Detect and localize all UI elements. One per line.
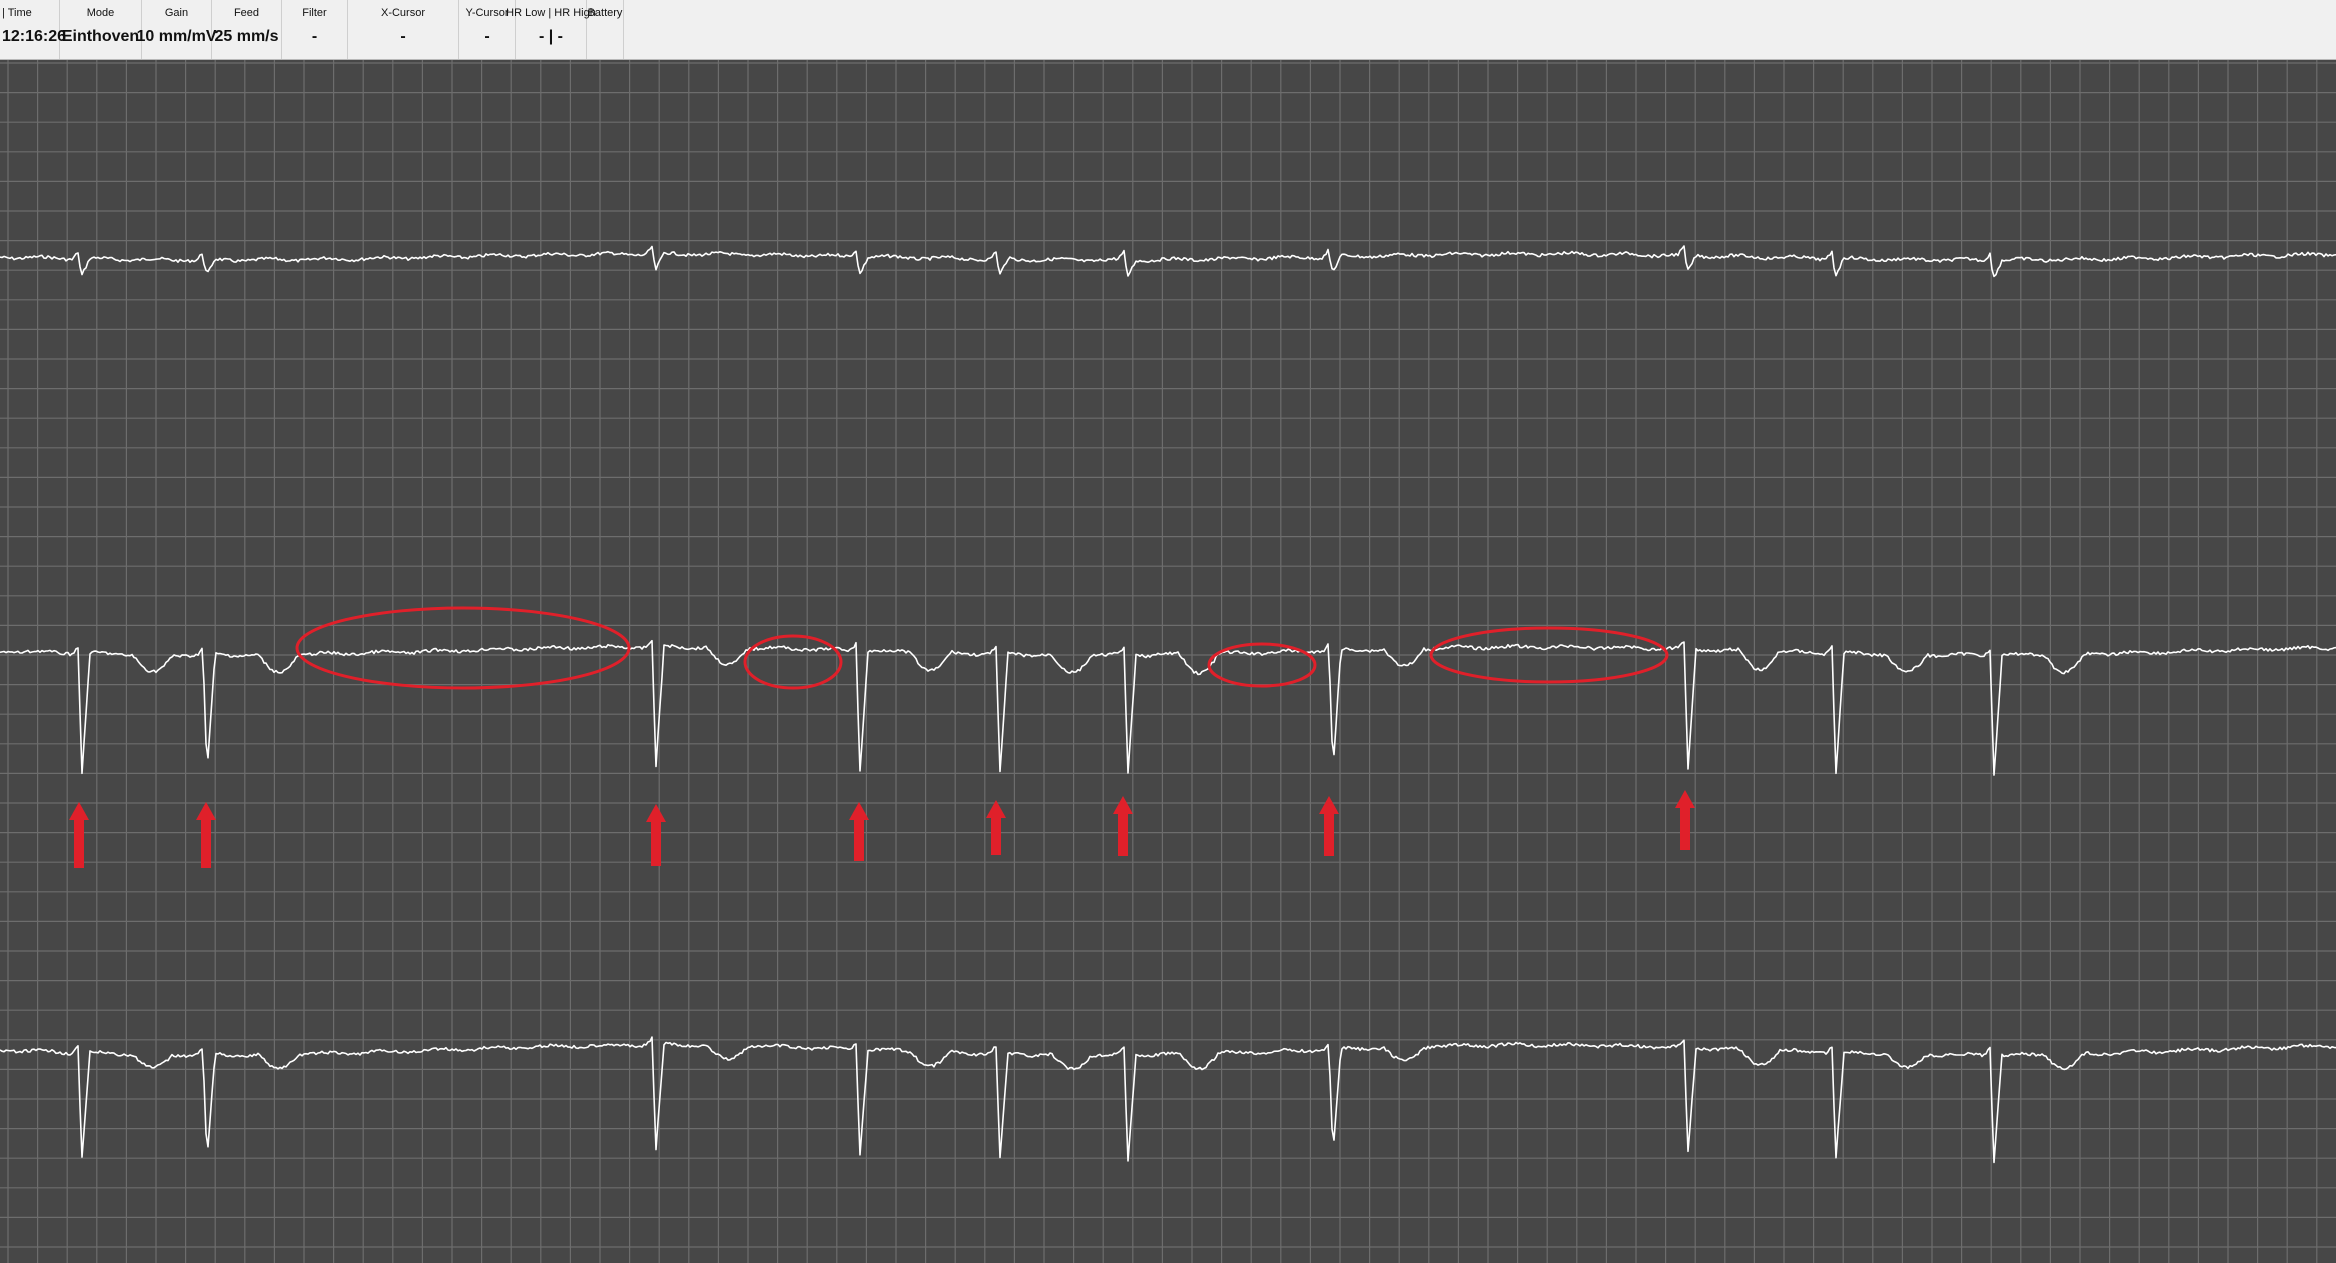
annotation-ellipse-2	[743, 634, 843, 690]
annotation-arrow-8	[1675, 790, 1695, 850]
battery-cell: Battery	[587, 0, 624, 59]
filter-value: -	[311, 28, 318, 45]
gain-cell[interactable]: Gain 10 mm/mV	[136, 0, 217, 59]
annotation-arrow-2	[196, 802, 216, 868]
annotation-arrow-3	[646, 804, 666, 866]
time-label: | Time	[2, 7, 32, 19]
filter-label: Filter	[302, 7, 327, 19]
time-value: 12:16:26	[2, 28, 67, 45]
hr-label: HR Low | HR High	[506, 7, 596, 19]
ecg-lead-i	[0, 245, 2336, 278]
feed-cell[interactable]: Feed 25 mm/s	[212, 0, 282, 59]
status-bar: | Time 12:16:26 Mode Einthoven Gain 10 m…	[0, 0, 2336, 60]
y-cursor-value: -	[484, 28, 490, 45]
filter-cell[interactable]: Filter -	[282, 0, 348, 59]
gain-label: Gain	[164, 7, 189, 19]
y-cursor-label: Y-Cursor	[465, 7, 509, 19]
x-cursor-value: -	[400, 28, 406, 45]
mode-cell[interactable]: Mode Einthoven	[60, 0, 142, 59]
ecg-lead-ii	[0, 639, 2336, 776]
annotation-arrow-5	[986, 800, 1006, 855]
time-cell: | Time 12:16:26	[0, 0, 66, 59]
annotation-arrow-1	[69, 802, 89, 868]
grid-lines	[0, 60, 2336, 1263]
mode-label: Mode	[86, 7, 115, 19]
hr-cell: HR Low | HR High - | -	[506, 0, 596, 59]
x-cursor-label: X-Cursor	[380, 7, 425, 19]
ecg-grid-canvas[interactable]	[0, 60, 2336, 1263]
annotation-arrow-6	[1113, 796, 1133, 856]
battery-label: Battery	[587, 7, 623, 19]
mode-value: Einthoven	[61, 28, 140, 45]
ecg-lead-iii	[0, 1036, 2336, 1164]
ecg-traces	[0, 245, 2336, 1164]
annotation-arrow-7	[1319, 796, 1339, 856]
feed-value: 25 mm/s	[214, 28, 279, 45]
ecg-grid	[0, 60, 2336, 1263]
x-cursor-cell: X-Cursor -	[348, 0, 459, 59]
ecg-display[interactable]	[0, 60, 2336, 1263]
annotation-ellipse-3	[1207, 642, 1317, 688]
feed-label: Feed	[233, 7, 260, 19]
hr-value: - | -	[538, 28, 564, 45]
gain-value: 10 mm/mV	[136, 28, 217, 45]
